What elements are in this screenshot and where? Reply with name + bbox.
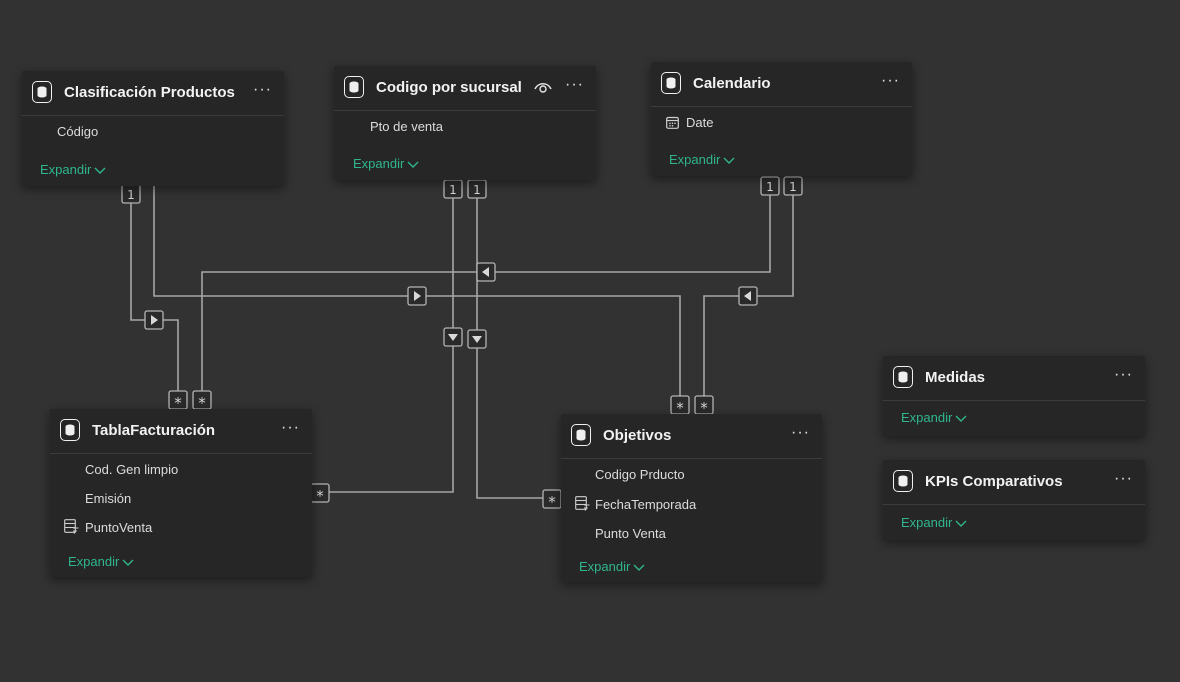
expand-button[interactable]: Expandir bbox=[68, 554, 134, 569]
table-header: Medidas ··· bbox=[883, 356, 1145, 401]
more-options-button[interactable]: ··· bbox=[281, 419, 300, 437]
table-title: Clasificación Productos bbox=[64, 84, 235, 101]
expand-button[interactable]: Expandir bbox=[40, 162, 106, 177]
filter-direction-right-icon[interactable] bbox=[144, 310, 164, 330]
more-options-button[interactable]: ··· bbox=[791, 424, 810, 442]
table-header: Codigo por sucursal ··· bbox=[334, 66, 596, 111]
svg-text:1: 1 bbox=[766, 180, 774, 194]
svg-text:1: 1 bbox=[127, 188, 135, 202]
cardinality-many-marker[interactable]: * bbox=[310, 483, 330, 505]
chevron-down-icon bbox=[955, 520, 967, 527]
field-item[interactable]: Punto Venta bbox=[595, 526, 666, 541]
svg-text:*: * bbox=[316, 487, 324, 505]
database-icon bbox=[571, 424, 591, 446]
chevron-down-icon bbox=[122, 559, 134, 566]
chevron-down-icon bbox=[94, 167, 106, 174]
expand-label: Expandir bbox=[901, 515, 953, 530]
database-icon bbox=[32, 81, 52, 103]
table-header: KPIs Comparativos ··· bbox=[883, 460, 1145, 505]
more-options-button[interactable]: ··· bbox=[1114, 366, 1133, 384]
direction-arrows bbox=[144, 262, 758, 349]
cardinality-one-marker[interactable]: 1 bbox=[121, 184, 141, 204]
expand-label: Expandir bbox=[68, 554, 120, 569]
eye-icon[interactable] bbox=[533, 80, 553, 94]
cardinality-many-marker[interactable]: * bbox=[542, 489, 562, 511]
expand-label: Expandir bbox=[353, 156, 405, 171]
database-icon bbox=[893, 470, 913, 492]
chevron-down-icon bbox=[955, 415, 967, 422]
table-card-calendario[interactable]: Calendario ··· Date Expandir bbox=[651, 62, 912, 176]
calendar-icon bbox=[666, 116, 679, 129]
svg-text:1: 1 bbox=[789, 180, 797, 194]
database-icon bbox=[661, 72, 681, 94]
table-title: TablaFacturación bbox=[92, 422, 216, 439]
more-options-button[interactable]: ··· bbox=[565, 76, 584, 94]
table-title: Calendario bbox=[693, 75, 771, 92]
filter-direction-down-icon[interactable] bbox=[467, 329, 487, 349]
database-icon bbox=[60, 419, 80, 441]
rel-calendario-facturacion[interactable] bbox=[201, 194, 771, 392]
expand-button[interactable]: Expandir bbox=[353, 156, 419, 171]
expand-button[interactable]: Expandir bbox=[901, 515, 967, 530]
expand-label: Expandir bbox=[901, 410, 953, 425]
expand-button[interactable]: Expandir bbox=[579, 559, 645, 574]
table-title: KPIs Comparativos bbox=[925, 473, 1063, 490]
field-item[interactable]: PuntoVenta bbox=[85, 520, 152, 535]
expand-label: Expandir bbox=[40, 162, 92, 177]
table-card-medidas[interactable]: Medidas ··· Expandir bbox=[883, 356, 1145, 436]
field-item[interactable]: FechaTemporada bbox=[595, 497, 696, 512]
chevron-down-icon bbox=[633, 564, 645, 571]
chevron-down-icon bbox=[407, 161, 419, 168]
cardinality-one-marker[interactable]: 1 bbox=[467, 179, 487, 199]
svg-text:1: 1 bbox=[473, 183, 481, 197]
table-title: Medidas bbox=[925, 369, 986, 386]
filter-direction-left-icon[interactable] bbox=[738, 286, 758, 306]
table-card-kpis-comparativos[interactable]: KPIs Comparativos ··· Expandir bbox=[883, 460, 1145, 540]
rel-sucursal-facturacion[interactable] bbox=[329, 197, 454, 493]
table-card-clasificacion-productos[interactable]: Clasificación Productos ··· Código Expan… bbox=[22, 71, 284, 186]
expand-label: Expandir bbox=[669, 152, 721, 167]
expand-label: Expandir bbox=[579, 559, 631, 574]
expand-button[interactable]: Expandir bbox=[901, 410, 967, 425]
expand-button[interactable]: Expandir bbox=[669, 152, 735, 167]
table-header: Clasificación Productos ··· bbox=[22, 71, 284, 116]
table-card-codigo-por-sucursal[interactable]: Codigo por sucursal ··· Pto de venta Exp… bbox=[334, 66, 596, 180]
database-icon bbox=[893, 366, 913, 388]
more-options-button[interactable]: ··· bbox=[1114, 470, 1133, 488]
field-item[interactable]: Emisión bbox=[85, 491, 131, 506]
table-header: TablaFacturación ··· bbox=[50, 409, 312, 454]
calculated-column-icon bbox=[575, 496, 590, 511]
field-item[interactable]: Codigo Prducto bbox=[595, 467, 685, 482]
more-options-button[interactable]: ··· bbox=[253, 81, 272, 99]
svg-text:*: * bbox=[548, 493, 556, 511]
database-icon bbox=[344, 76, 364, 98]
table-header: Objetivos ··· bbox=[561, 414, 822, 459]
filter-direction-right-icon[interactable] bbox=[407, 286, 427, 306]
calculated-column-icon bbox=[64, 519, 79, 534]
cardinality-one-marker[interactable]: 1 bbox=[443, 179, 463, 199]
cardinality-one-marker[interactable]: 1 bbox=[783, 176, 803, 196]
table-card-objetivos[interactable]: Objetivos ··· Codigo Prducto FechaTempor… bbox=[561, 414, 822, 582]
field-item[interactable]: Código bbox=[57, 124, 98, 139]
filter-direction-left-icon[interactable] bbox=[476, 262, 496, 282]
table-title: Objetivos bbox=[603, 427, 672, 444]
chevron-down-icon bbox=[723, 157, 735, 164]
svg-text:1: 1 bbox=[449, 183, 457, 197]
filter-direction-down-icon[interactable] bbox=[443, 327, 463, 347]
rel-sucursal-objetivos[interactable] bbox=[476, 197, 543, 499]
field-item[interactable]: Cod. Gen limpio bbox=[85, 462, 178, 477]
table-header: Calendario ··· bbox=[651, 62, 912, 107]
table-title: Codigo por sucursal bbox=[376, 79, 522, 96]
field-item[interactable]: Date bbox=[686, 115, 713, 130]
more-options-button[interactable]: ··· bbox=[881, 72, 900, 90]
table-card-tabla-facturacion[interactable]: TablaFacturación ··· Cod. Gen limpio Emi… bbox=[50, 409, 312, 577]
field-item[interactable]: Pto de venta bbox=[370, 119, 443, 134]
cardinality-one-marker[interactable]: 1 bbox=[760, 176, 780, 196]
